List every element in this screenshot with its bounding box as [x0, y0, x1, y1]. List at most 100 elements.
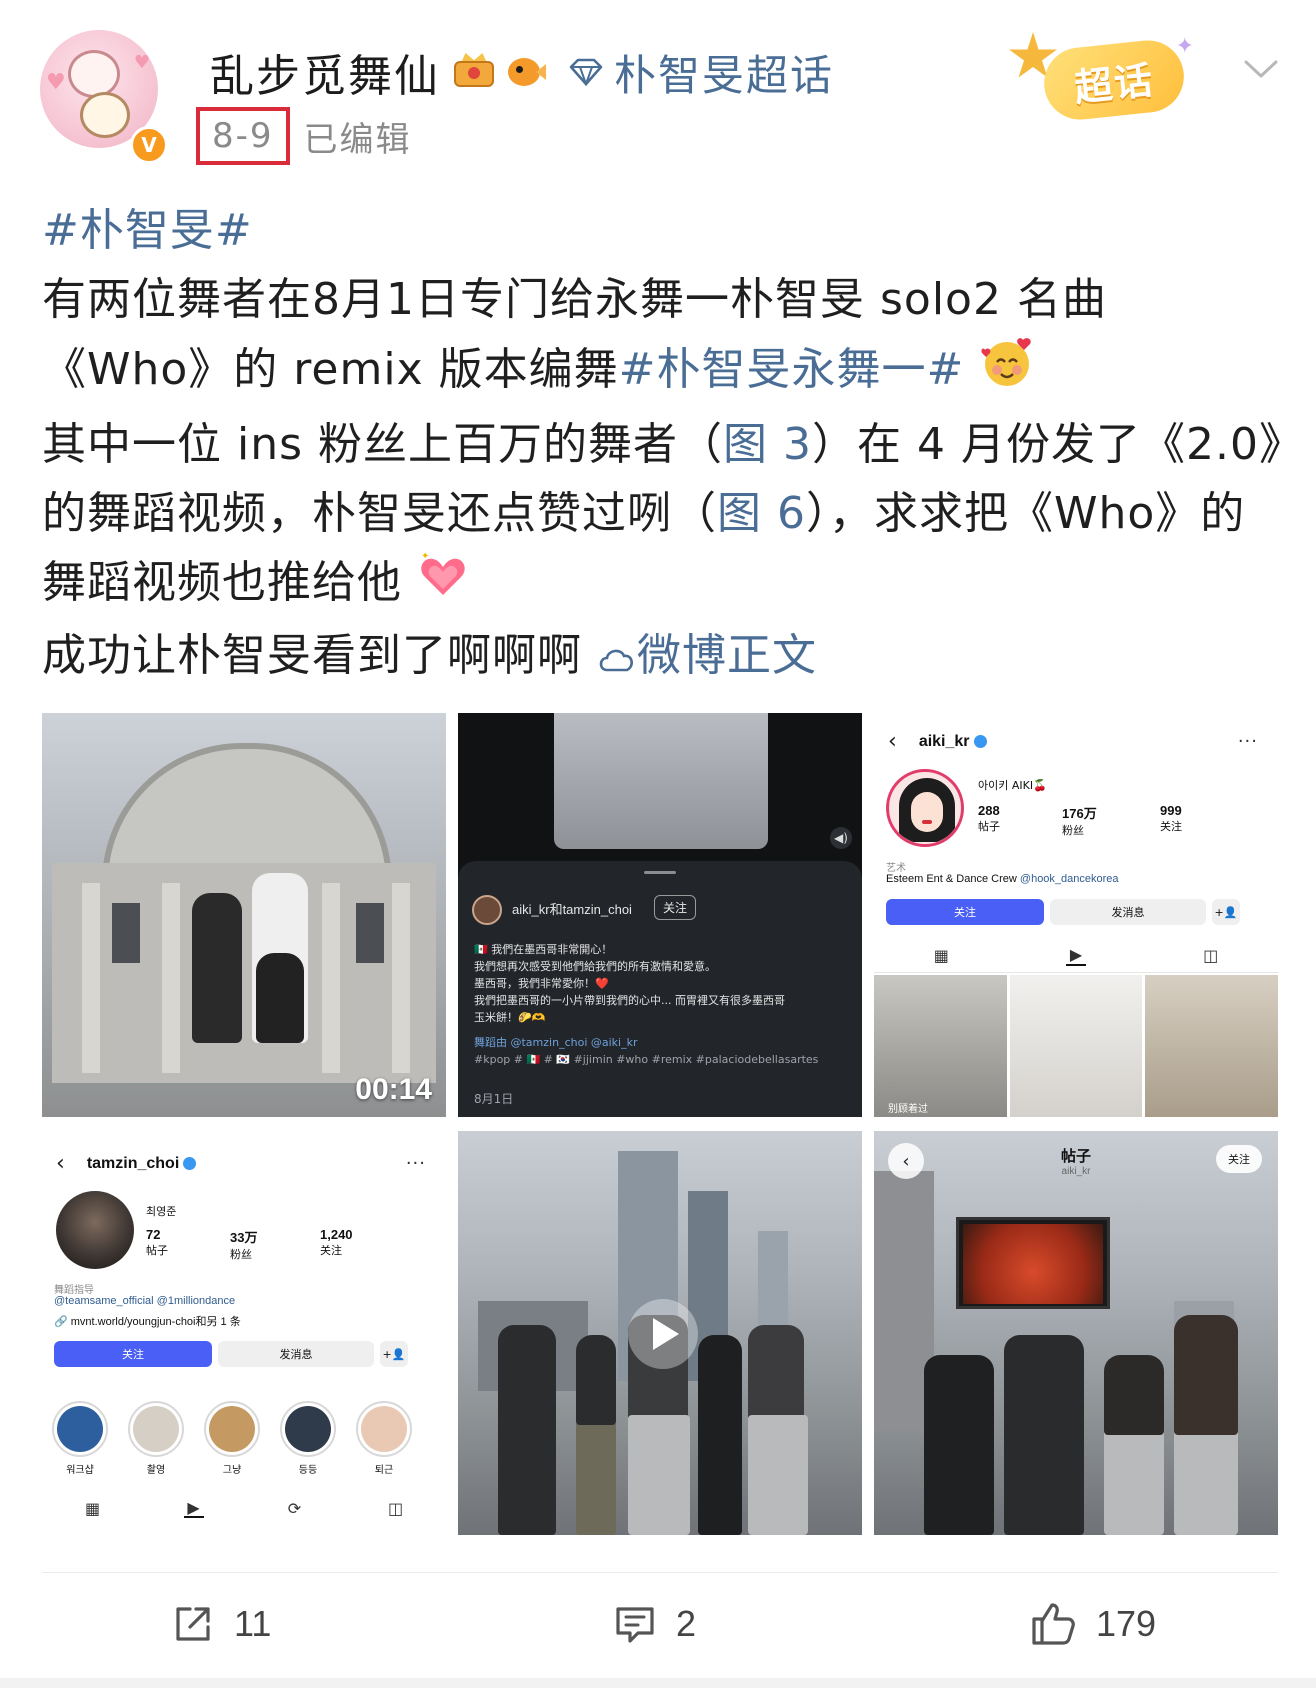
display-name: 아이키 AIKI🍒 [978, 779, 1047, 792]
profile-handle: tamzin_choi [86, 1154, 180, 1172]
edited-label: 已编辑 [303, 119, 412, 160]
share-button[interactable]: 11 [170, 1594, 271, 1654]
stat-following: 1,240 关注 [320, 1227, 353, 1257]
growing-heart-emoji-icon: ✦ [417, 549, 469, 621]
back-icon: ‹ [56, 1151, 65, 1176]
post-time-highlighted: 8-9 [196, 107, 290, 165]
profile-handle: aiki_kr [918, 732, 970, 750]
profile-category: 舞蹈指导 [54, 1285, 94, 1296]
post-meta: 8-9 已编辑 [196, 106, 412, 166]
post-text: ），求求把《Who》的 [805, 488, 1246, 539]
grid-icon: ▦ [84, 1498, 101, 1518]
author-name-row: 乱步觅舞仙 朴智旻超话 [210, 40, 834, 104]
post-text: 舞蹈视频也推给他 [42, 557, 402, 608]
caption-date: 8月1日 [474, 1092, 514, 1106]
weibo-fulltext-label[interactable]: 微博正文 [637, 630, 817, 681]
caption-text: 🇲🇽 我們在墨西哥非常開心！ 我們想再次感受到他們給我們的所有激情和愛意。 墨西… [474, 943, 819, 1066]
display-name: 최영준 [146, 1205, 177, 1218]
post-text: ）在 4 月份发了《2.0》 [812, 419, 1304, 470]
play-icon [628, 1299, 698, 1369]
author-avatar[interactable]: ♥ ♥ V [40, 30, 170, 165]
chevron-down-icon[interactable] [1240, 48, 1282, 90]
message-button: 发消息 [218, 1341, 374, 1367]
profile-link: 🔗 mvnt.world/youngjun-choi和另 1 条 [54, 1316, 241, 1328]
grid-image-3-profile[interactable]: ‹ aiki_kr ··· 아이키 AIKI🍒 288 帖子 176万 粉丝 999… [874, 713, 1278, 1117]
post-text: 成功让朴智旻看到了啊啊啊 [42, 630, 582, 681]
collab-usernames: aiki_kr和tamzin_choi [512, 902, 632, 917]
share-count: 11 [234, 1603, 272, 1644]
reels-icon: ▶ [183, 1498, 204, 1518]
stat-following: 999 关注 [1160, 803, 1182, 833]
volume-icon: ◀) [830, 827, 852, 849]
post-thumbnail: 别顾着过 [874, 975, 1007, 1117]
comment-icon [616, 1607, 654, 1643]
thumbs-up-icon [1032, 1603, 1075, 1645]
like-button[interactable]: 179 [1028, 1594, 1156, 1654]
heart-decoration-icon: ♥ [46, 70, 66, 95]
grid-image-5-video[interactable] [458, 1131, 862, 1535]
tagged-icon: ◫ [387, 1498, 404, 1518]
grid-image-1-video[interactable]: 00:14 [42, 713, 446, 1117]
repost-icon: ⟳ [287, 1498, 302, 1518]
bottom-separator [0, 1678, 1316, 1688]
page-title: 帖子 [1060, 1147, 1091, 1165]
image-grid: 00:14 ◀) aiki_kr和tamzin_choi 关注 🇲🇽 我們在墨西… [42, 713, 1278, 1535]
grid-image-6-post[interactable]: 帖子 aiki_kr ‹ 关注 [874, 1131, 1278, 1535]
post-thumbnail [1145, 975, 1278, 1117]
stat-followers: 176万 粉丝 [1062, 806, 1097, 837]
post-text: 的舞蹈视频，朴智旻还点赞过咧（ [42, 488, 717, 539]
back-icon: ‹ [888, 1143, 924, 1179]
smiling-hearts-emoji-icon [979, 334, 1035, 410]
tagged-icon: ◫ [1203, 946, 1219, 965]
comment-button[interactable]: 2 [612, 1594, 696, 1654]
hashtag-link[interactable]: #朴智旻永舞一# [619, 344, 965, 395]
weibo-fulltext-link[interactable]: 微博正文 [597, 630, 817, 681]
image-ref-link[interactable]: 图 3 [723, 419, 812, 470]
add-person-icon: +👤 [380, 1341, 408, 1367]
supertopic-link[interactable]: 朴智旻超话 [614, 42, 834, 103]
more-icon: ··· [1237, 731, 1258, 752]
divider [42, 1572, 1278, 1573]
post-thumbnail [1009, 975, 1143, 1117]
grid-icon: ▦ [933, 946, 949, 965]
supertopic-badge-label: 超话 [1040, 36, 1188, 124]
post-text: 《Who》的 remix 版本编舞 [42, 344, 619, 395]
reels-icon: ▶ [1065, 945, 1086, 966]
verified-icon [183, 1157, 197, 1170]
more-icon: ··· [405, 1153, 426, 1174]
video-duration: 00:14 [355, 1073, 432, 1106]
follow-button: 关注 [54, 1341, 212, 1367]
story-highlights: 워크샵 촬영 그냥 등등 퇴근 [52, 1401, 412, 1476]
svg-text:✦: ✦ [421, 551, 430, 562]
add-person-icon: +👤 [1212, 899, 1240, 925]
stat-posts: 288 帖子 [978, 803, 1000, 833]
sparkle-icon: ✦ [1175, 34, 1194, 59]
heart-decoration-icon: ♥ [133, 52, 150, 73]
profile-picture [886, 769, 964, 847]
grid-image-4-profile[interactable]: ‹ tamzin_choi ··· 최영준 72 帖子 33万 粉丝 1,240 关注… [42, 1131, 446, 1535]
supertopic-diamond-icon [568, 57, 604, 87]
username[interactable]: 乱步觅舞仙 [210, 40, 440, 104]
post-line: 有两位舞者在8月1日专门给永舞一朴智旻 solo2 名曲 [42, 274, 1107, 325]
comment-count: 2 [676, 1603, 697, 1644]
supertopic-badge[interactable]: 超话 ✦ [1008, 28, 1198, 128]
verified-v-badge: V [130, 126, 168, 164]
post-text: 其中一位 ins 粉丝上百万的舞者（ [42, 419, 724, 470]
follow-button: 关注 [886, 899, 1044, 925]
image-ref-link[interactable]: 图 6 [717, 488, 806, 539]
crown-badge-icon[interactable] [452, 53, 496, 91]
follow-button: 关注 [654, 895, 697, 920]
back-icon: ‹ [888, 729, 897, 754]
hashtag-link[interactable]: #朴智旻# [42, 205, 253, 256]
stat-followers: 33万 粉丝 [230, 1230, 258, 1261]
profile-bio: Esteem Ent & Dance Crew @hook_dancekorea [886, 873, 1119, 885]
page-subtitle: aiki_kr [1061, 1166, 1091, 1177]
message-button: 发消息 [1050, 899, 1206, 925]
share-icon [176, 1607, 210, 1641]
like-count: 179 [1096, 1603, 1157, 1644]
grid-image-2-screenshot[interactable]: ◀) aiki_kr和tamzin_choi 关注 🇲🇽 我們在墨西哥非常開心！… [458, 713, 862, 1117]
fish-badge-icon[interactable] [506, 54, 546, 90]
follow-button: 关注 [1216, 1145, 1262, 1173]
avatar [472, 895, 502, 925]
post-body: #朴智旻# 有两位舞者在8月1日专门给永舞一朴智旻 solo2 名曲 《Who》… [42, 196, 1303, 690]
